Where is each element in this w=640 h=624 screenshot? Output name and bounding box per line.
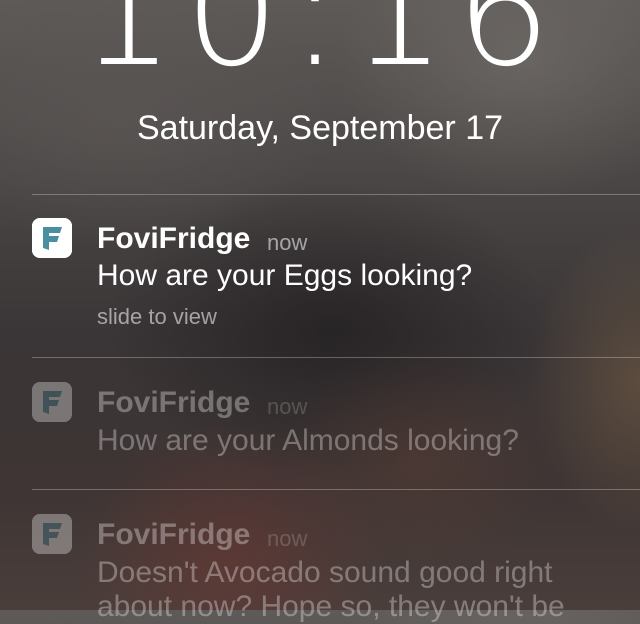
notification-time: now	[267, 526, 308, 551]
date-label: Saturday, September 17	[136, 109, 504, 147]
divider	[32, 194, 640, 195]
fovifridge-app-icon	[32, 514, 72, 554]
notification-message: How are your Almonds looking?	[97, 424, 519, 457]
slide-to-view-hint[interactable]: slide to view	[97, 303, 217, 331]
fovifridge-app-icon	[32, 382, 72, 422]
notification-app-name: FoviFridge	[97, 518, 251, 551]
notification-time: now	[267, 230, 308, 255]
notification-message: How are your Eggs looking?	[97, 259, 473, 292]
notification-app-name: FoviFridge	[97, 386, 251, 419]
notification-app-name: FoviFridge	[97, 222, 251, 255]
notification-time: now	[267, 394, 308, 419]
divider	[32, 489, 640, 490]
fovifridge-app-icon	[32, 218, 72, 258]
clock: 10:16	[78, 0, 562, 100]
notification-message: Doesn't Avocado sound good right about n…	[97, 556, 565, 623]
divider	[32, 357, 640, 358]
